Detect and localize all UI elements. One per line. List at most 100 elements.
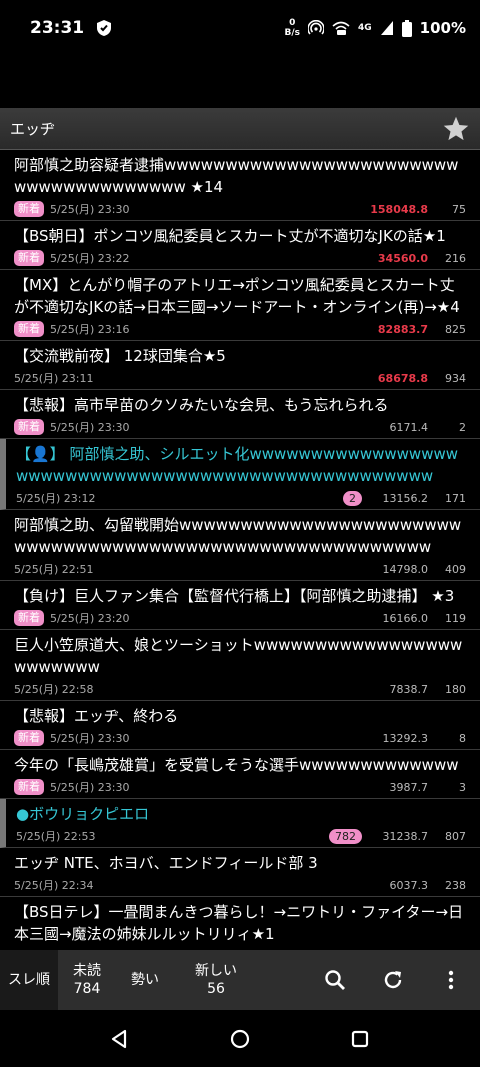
wifi-calling-icon: [332, 21, 350, 35]
thread-row[interactable]: 阿部慎之助、勾留戦開始wwwwwwwwwwwwwwwwwwwwwwwwwwwww…: [0, 510, 480, 581]
thread-res-count: 119: [445, 611, 466, 625]
tab-momentum-label: 勢い: [131, 972, 159, 988]
thread-meta: 5/25(月) 23:12 2 13156.2 171: [16, 487, 466, 509]
thread-title: 巨人小笠原道大、娘とツーショットwwwwwwwwwwwwwwwwwwwwwwww: [14, 636, 463, 676]
thread-title: ●ボウリョクピエロ: [16, 805, 150, 823]
thread-res-count: 2: [459, 420, 466, 434]
thread-speed: 13292.3: [382, 731, 429, 745]
thread-stats: 68678.8 934: [370, 372, 466, 385]
thread-row[interactable]: 【MX】とんがり帽子のアトリエ→ポンコツ風紀委員とスカート丈が不適切なJKの話→…: [0, 270, 480, 341]
tab-unread-count: 784: [73, 981, 101, 997]
thread-meta: 新着 5/25(月) 23:22 34560.0 216: [14, 247, 466, 269]
thread-meta: 新着 5/25(月) 23:16 82883.7 825: [14, 318, 466, 340]
hotspot-icon: [308, 20, 324, 35]
thread-date: 5/25(月) 23:11: [14, 372, 94, 385]
thread-date: 5/25(月) 23:20: [50, 612, 130, 625]
thread-meta: 新着 5/25(月) 23:30 3987.7 3: [14, 776, 466, 798]
thread-stats: 6171.4 2: [370, 420, 467, 434]
thread-res-count: 8: [459, 731, 466, 745]
thread-title: 【悲報】エッヂ、終わる: [14, 707, 179, 725]
thread-speed: 68678.8: [377, 371, 428, 385]
tab-unread[interactable]: 未読 784: [58, 950, 116, 1010]
search-icon: [325, 970, 345, 990]
new-badge: 新着: [14, 201, 44, 217]
thread-stats: 34560.0 216: [370, 252, 466, 265]
thread-speed: 14798.0: [382, 562, 429, 576]
thread-date: 5/25(月) 22:34: [14, 879, 94, 892]
tab-sort-label: スレ順: [8, 972, 50, 988]
search-button[interactable]: [306, 950, 364, 1010]
thread-date: 5/25(月) 22:58: [14, 683, 94, 696]
thread-res-count: 216: [445, 251, 466, 265]
tab-newest-count: 56: [207, 981, 225, 997]
thread-res-count: 75: [452, 202, 466, 216]
thread-date: 5/25(月) 23:16: [50, 323, 130, 336]
thread-res-count: 807: [445, 829, 466, 843]
thread-res-count: 3: [459, 780, 466, 794]
thread-row[interactable]: エッヂ NTE、ホヨバ、エンドフィールド部 3 5/25(月) 22:34 6037…: [0, 848, 480, 897]
refresh-button[interactable]: [364, 950, 422, 1010]
thread-row[interactable]: 【負け】巨人ファン集合【監督代行橋上】【阿部慎之助逮捕】 ★3 新着 5/25(月)…: [0, 581, 480, 630]
thread-row[interactable]: 今年の「長嶋茂雄賞」を受賞しそうな選手wwwwwwwwwwwww 新着 5/25(月…: [0, 750, 480, 799]
unread-count-badge: 2: [343, 490, 362, 506]
thread-title: 【👤】 阿部慎之助、シルエット化wwwwwwwwwwwwwwwwwwwwwwww…: [16, 445, 459, 485]
thread-list[interactable]: 阿部慎之助容疑者逮捕wwwwwwwwwwwwwwwwwwwwwwwwwwwwww…: [0, 150, 480, 950]
thread-speed: 6037.3: [389, 878, 429, 892]
thread-row[interactable]: 【交流戦前夜】 12球団集合★5 5/25(月) 23:11 68678.8 934: [0, 341, 480, 390]
tab-unread-label: 未読: [73, 963, 101, 979]
board-title: エッヂ: [10, 120, 56, 138]
status-bar: 23:31 0 B/s 4G 100%: [0, 0, 480, 56]
refresh-icon: [384, 971, 402, 989]
thread-date: 5/25(月) 23:30: [50, 781, 130, 794]
thread-row[interactable]: 【BS朝日】ポンコツ風紀委員とスカート丈が不適切なJKの話★1 新着 5/25(月)…: [0, 221, 480, 270]
thread-title: 【悲報】高市早苗のクソみたいな会見、もう忘れられる: [14, 396, 389, 414]
net-speed: 0 B/s: [284, 18, 300, 38]
thread-speed: 31238.7: [382, 829, 429, 843]
thread-row[interactable]: 【悲報】高市早苗のクソみたいな会見、もう忘れられる 新着 5/25(月) 23:30…: [0, 390, 480, 439]
status-right: 0 B/s 4G 100%: [284, 18, 466, 38]
thread-res-count: 934: [445, 371, 466, 385]
thread-meta: 新着 5/25(月) 23:30 158048.8 75: [14, 198, 466, 220]
thread-row[interactable]: 【BS日テレ】一畳間まんきつ暮らし！→ニワトリ・ファイター→日本三國→魔法の姉妹…: [0, 897, 480, 950]
thread-date: 5/25(月) 23:30: [50, 421, 130, 434]
thread-speed: 34560.0: [377, 251, 428, 265]
system-nav-bar: [0, 1010, 480, 1067]
new-badge: 新着: [14, 779, 44, 795]
thread-title: 今年の「長嶋茂雄賞」を受賞しそうな選手wwwwwwwwwwwww: [14, 756, 459, 774]
star-icon[interactable]: [442, 115, 470, 143]
tab-sort-order[interactable]: スレ順: [0, 950, 58, 1010]
thread-date: 5/25(月) 22:53: [16, 830, 96, 843]
unread-count-badge: 782: [329, 828, 362, 844]
tab-newest[interactable]: 新しい 56: [174, 950, 258, 1010]
recents-icon[interactable]: [349, 1028, 371, 1050]
thread-row[interactable]: 【👤】 阿部慎之助、シルエット化wwwwwwwwwwwwwwwwwwwwwwww…: [0, 439, 480, 510]
board-title-bar: エッヂ: [0, 108, 480, 150]
thread-stats: 3987.7 3: [370, 780, 467, 794]
thread-title: 阿部慎之助容疑者逮捕wwwwwwwwwwwwwwwwwwwwwwwwwwwwww…: [14, 156, 459, 196]
thread-meta: 5/25(月) 22:58 7838.7 180: [14, 678, 466, 700]
thread-title: 【負け】巨人ファン集合【監督代行橋上】【阿部慎之助逮捕】 ★3: [14, 587, 455, 605]
thread-row[interactable]: 阿部慎之助容疑者逮捕wwwwwwwwwwwwwwwwwwwwwwwwwwwwww…: [0, 150, 480, 221]
thread-row[interactable]: 巨人小笠原道大、娘とツーショットwwwwwwwwwwwwwwwwwwwwwwww…: [0, 630, 480, 701]
thread-res-count: 825: [445, 322, 466, 336]
thread-stats: 2 13156.2 171: [343, 490, 466, 506]
thread-stats: 6037.3 238: [370, 878, 467, 892]
thread-row[interactable]: ●ボウリョクピエロ 5/25(月) 22:53 782 31238.7 807: [0, 799, 480, 848]
thread-meta: 5/25(月) 22:53 782 31238.7 807: [16, 825, 466, 847]
thread-row[interactable]: 【悲報】エッヂ、終わる 新着 5/25(月) 23:30 13292.3 8: [0, 701, 480, 750]
home-icon[interactable]: [229, 1028, 251, 1050]
new-badge: 新着: [14, 250, 44, 266]
more-menu-button[interactable]: [422, 950, 480, 1010]
thread-stats: 13292.3 8: [370, 731, 467, 745]
tab-momentum[interactable]: 勢い: [116, 950, 174, 1010]
thread-title: 【BS日テレ】一畳間まんきつ暮らし！→ニワトリ・ファイター→日本三國→魔法の姉妹…: [14, 903, 464, 943]
thread-stats: 14798.0 409: [370, 562, 467, 576]
thread-speed: 7838.7: [389, 682, 429, 696]
toolbar-tools: [306, 950, 480, 1010]
thread-date: 5/25(月) 23:22: [50, 252, 130, 265]
net-speed-value: 0: [289, 18, 296, 28]
new-badge: 新着: [14, 321, 44, 337]
back-icon[interactable]: [109, 1028, 131, 1050]
thread-stats: 158048.8 75: [370, 203, 466, 216]
battery-percent: 100%: [419, 19, 466, 37]
